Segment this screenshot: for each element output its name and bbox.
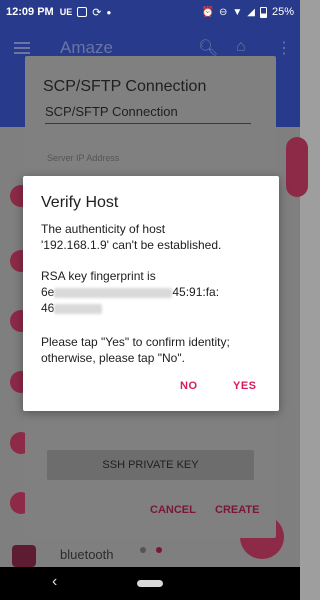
battery-icon	[259, 6, 267, 18]
connection-dialog-actions: CANCEL CREATE	[25, 504, 276, 520]
fingerprint-end: 45:91:fa:	[172, 285, 220, 299]
host-message: The authenticity of host '192.168.1.9' c…	[41, 221, 267, 253]
server-ip-field[interactable]: Server IP Address	[47, 153, 119, 163]
create-button[interactable]: CREATE	[215, 504, 259, 516]
menu-icon[interactable]	[14, 42, 30, 54]
dot-icon: ●	[106, 7, 112, 17]
confirm-message: Please tap "Yes" to confirm identity; ot…	[41, 335, 230, 365]
search-icon[interactable]: 🔍︎	[198, 38, 218, 58]
ue-icon: UE	[59, 7, 73, 17]
side-tab	[286, 137, 308, 197]
app-title: Amaze	[60, 38, 113, 57]
pager-dot-active	[156, 547, 162, 553]
redacted-block	[54, 287, 173, 298]
status-right-icons: ⏰ ⊖ ▼ ◢ 25%	[202, 6, 294, 18]
connection-name-field[interactable]: SCP/SFTP Connection	[45, 104, 251, 124]
status-left-icons: UE ⟳ ●	[60, 6, 112, 19]
connection-dialog-title: SCP/SFTP Connection	[43, 78, 207, 95]
list-item-label: bluetooth	[60, 547, 114, 562]
wifi-icon: ▼	[232, 6, 243, 18]
host-message-line2: '192.168.1.9' can't be established.	[41, 238, 222, 252]
fingerprint-line1: 6e 45:91:fa:	[41, 284, 267, 300]
no-button[interactable]: NO	[180, 380, 198, 392]
status-bar: 12:09 PM UE ⟳ ● ⏰ ⊖ ▼ ◢ 25%	[0, 0, 300, 24]
battery-percent: 25%	[271, 6, 294, 18]
more-icon[interactable]: ⋮	[276, 38, 292, 58]
signal-icon: ◢	[247, 6, 255, 18]
redacted-block	[54, 303, 103, 314]
back-icon[interactable]: ‹	[52, 573, 57, 591]
dialog-title: Verify Host	[41, 194, 119, 211]
cancel-button[interactable]: CANCEL	[150, 504, 196, 516]
pager-dot	[140, 547, 146, 553]
sync-icon: ⟳	[92, 6, 102, 19]
navigation-bar: ‹	[0, 567, 300, 600]
home-pill-icon[interactable]	[137, 580, 163, 587]
verify-host-dialog: Verify Host The authenticity of host '19…	[23, 176, 279, 411]
folder-icon	[12, 545, 36, 567]
ssh-private-key-button[interactable]: SSH PRIVATE KEY	[47, 450, 254, 480]
home-icon[interactable]: ⌂	[236, 38, 246, 56]
fingerprint-label: RSA key fingerprint is	[41, 269, 156, 283]
yes-button[interactable]: YES	[233, 380, 257, 392]
fingerprint-line2: 46	[41, 300, 267, 316]
host-message-line1: The authenticity of host	[41, 222, 166, 236]
status-time: 12:09 PM	[6, 6, 54, 18]
fingerprint-message: RSA key fingerprint is 6e 45:91:fa: 46	[41, 268, 267, 316]
fingerprint-start: 6e	[41, 285, 55, 299]
alarm-icon: ⏰	[201, 6, 214, 18]
fingerprint-line2-start: 46	[41, 301, 55, 315]
dnd-icon: ⊖	[218, 6, 228, 18]
notification-icon	[77, 7, 88, 17]
